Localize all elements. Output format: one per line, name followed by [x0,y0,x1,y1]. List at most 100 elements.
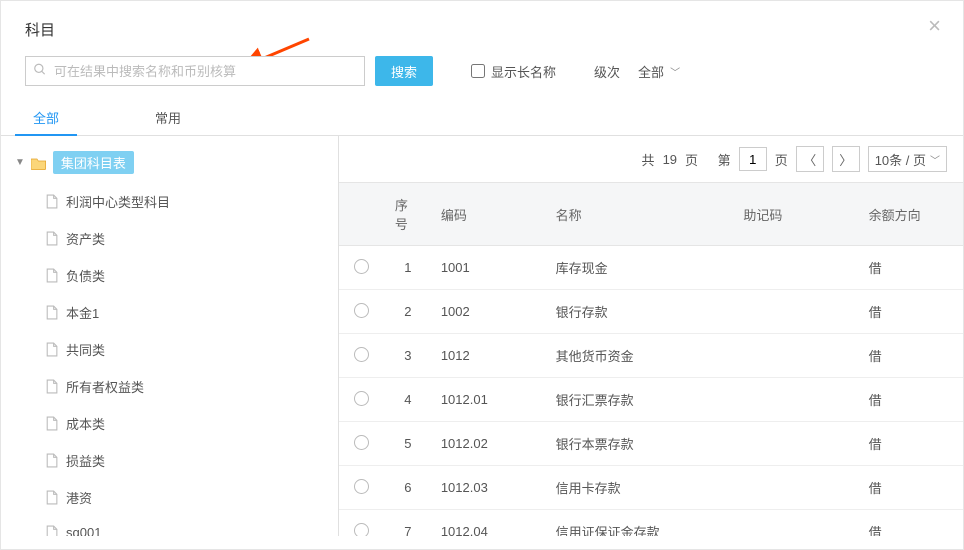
cell-index: 3 [385,334,431,378]
row-radio[interactable] [354,479,369,494]
cell-name: 其他货币资金 [546,334,734,378]
cell-direction: 借 [859,378,963,422]
folder-icon [31,156,47,170]
cell-index: 6 [385,466,431,510]
search-input-wrap [25,56,365,86]
col-mnemonic: 助记码 [733,183,858,246]
table-row[interactable]: 51012.02银行本票存款借 [339,422,963,466]
tree-root[interactable]: ▼ 集团科目表 [11,148,328,177]
pager-page-input[interactable] [739,147,767,171]
table-row[interactable]: 21002银行存款借 [339,290,963,334]
search-bar: 搜索 显示长名称 级次 全部 ﹀ [1,52,963,100]
file-icon [45,305,58,320]
table-row[interactable]: 11001库存现金借 [339,246,963,290]
cell-direction: 借 [859,290,963,334]
table-row[interactable]: 71012.04信用证保证金存款借 [339,510,963,537]
subject-picker-modal: × 科目 搜索 显示长名称 级次 全部 ﹀ 全部 常用 ▼ [0,0,964,550]
search-input[interactable] [25,56,365,86]
show-long-name-checkbox[interactable] [471,64,485,78]
tree-panel: ▼ 集团科目表 利润中心类型科目资产类负债类本金1 共同类所有者权益类成本类损益类… [1,136,339,536]
row-radio[interactable] [354,259,369,274]
col-name: 名称 [546,183,734,246]
row-radio[interactable] [354,435,369,450]
tree-item-label: 本金1 [66,303,99,322]
tree-item[interactable]: 港资 [41,479,328,516]
tree-item-label: 负债类 [66,266,105,285]
col-select [339,183,385,246]
tree-item-label: sq001 [66,525,101,536]
cell-code: 1002 [431,290,546,334]
pager-total-suffix: 页 [685,150,698,169]
level-label: 级次 [594,62,620,81]
tree-children: 利润中心类型科目资产类负债类本金1 共同类所有者权益类成本类损益类港资 sq001 [41,183,328,536]
level-filter: 级次 全部 ﹀ [594,62,680,81]
tree-item-label: 所有者权益类 [66,377,144,396]
tree-item[interactable]: 所有者权益类 [41,368,328,405]
tree-root-label: 集团科目表 [53,151,134,174]
tree-item[interactable]: 利润中心类型科目 [41,183,328,220]
pager-size-select[interactable]: 10条 / 页 ﹀ [868,146,947,172]
pager-next-button[interactable]: 〉 [832,146,860,172]
pager-size-label: 10条 / 页 [875,150,926,169]
table-row[interactable]: 31012其他货币资金借 [339,334,963,378]
row-radio[interactable] [354,347,369,362]
tree-item[interactable]: 资产类 [41,220,328,257]
subject-table: 序号 编码 名称 助记码 余额方向 11001库存现金借21002银行存款借31… [339,182,963,536]
cell-index: 7 [385,510,431,537]
tree-item-label: 共同类 [66,340,105,359]
cell-index: 4 [385,378,431,422]
cell-index: 5 [385,422,431,466]
chevron-right-icon: 〉 [839,150,852,169]
file-icon [45,268,58,283]
pager-page-prefix: 第 [718,150,731,169]
close-icon[interactable]: × [928,15,941,37]
caret-down-icon[interactable]: ▼ [15,157,25,168]
level-select[interactable]: 全部 ﹀ [638,62,680,81]
tree-item[interactable]: 负债类 [41,257,328,294]
chevron-down-icon: ﹀ [670,64,680,79]
show-long-name-toggle[interactable]: 显示长名称 [471,62,556,81]
cell-code: 1012.04 [431,510,546,537]
col-direction: 余额方向 [859,183,963,246]
chevron-down-icon: ﹀ [930,152,940,167]
table-body: 11001库存现金借21002银行存款借31012其他货币资金借41012.01… [339,246,963,537]
tree-item-label: 资产类 [66,229,105,248]
col-code: 编码 [431,183,546,246]
file-icon [45,231,58,246]
modal-body: ▼ 集团科目表 利润中心类型科目资产类负债类本金1 共同类所有者权益类成本类损益类… [1,136,963,536]
tree-item[interactable]: 共同类 [41,331,328,368]
cell-code: 1012.02 [431,422,546,466]
row-radio[interactable] [354,391,369,406]
table-row[interactable]: 41012.01银行汇票存款借 [339,378,963,422]
cell-mnemonic [733,334,858,378]
file-icon [45,490,58,505]
search-button[interactable]: 搜索 [375,56,433,86]
cell-mnemonic [733,290,858,334]
tree-item[interactable]: 本金1 [41,294,328,331]
table-row[interactable]: 61012.03信用卡存款借 [339,466,963,510]
tree-item[interactable]: 成本类 [41,405,328,442]
tree-item-label: 成本类 [66,414,105,433]
tab-all[interactable]: 全部 [25,100,67,135]
pager-prev-button[interactable]: 〈 [796,146,824,172]
cell-name: 信用卡存款 [546,466,734,510]
col-index: 序号 [385,183,431,246]
modal-header: 科目 [1,1,963,52]
tab-bar: 全部 常用 [1,100,963,136]
tab-common[interactable]: 常用 [147,100,189,135]
pager-total-prefix: 共 [642,150,655,169]
file-icon [45,525,58,536]
tree-item[interactable]: 损益类 [41,442,328,479]
tree-item-label: 利润中心类型科目 [66,192,170,211]
cell-name: 银行汇票存款 [546,378,734,422]
cell-code: 1012.03 [431,466,546,510]
file-icon [45,453,58,468]
row-radio[interactable] [354,303,369,318]
cell-code: 1001 [431,246,546,290]
row-radio[interactable] [354,523,369,537]
tree-item[interactable]: sq001 [41,516,328,536]
pager: 共19页 第 页 〈 〉 10条 / 页 ﹀ [339,136,963,182]
level-value: 全部 [638,62,664,81]
file-icon [45,416,58,431]
pager-page-suffix: 页 [775,150,788,169]
